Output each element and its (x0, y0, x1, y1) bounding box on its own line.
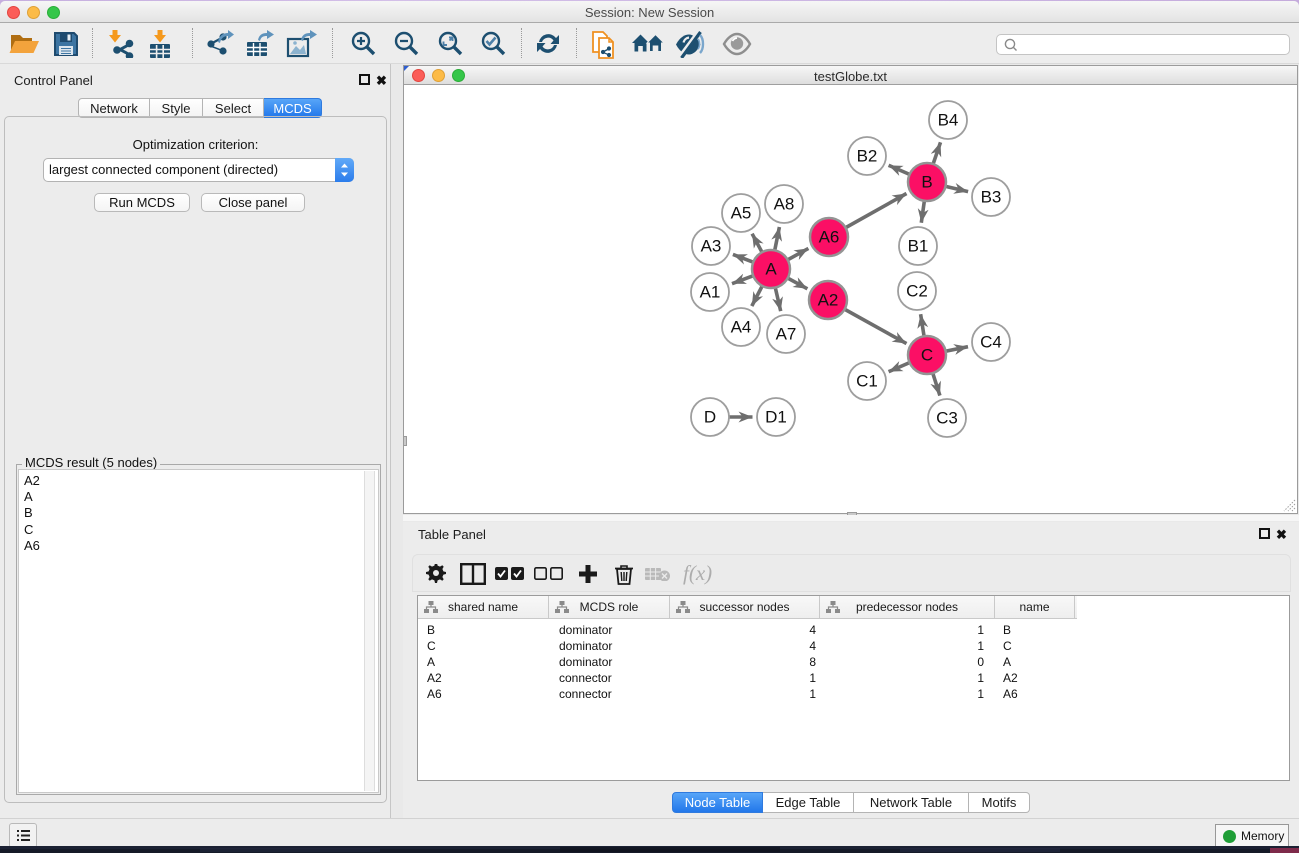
svg-text:A5: A5 (731, 204, 752, 223)
svg-text:B4: B4 (938, 111, 959, 130)
svg-text:A8: A8 (774, 195, 795, 214)
svg-text:B3: B3 (981, 188, 1002, 207)
svg-text:D: D (704, 408, 716, 427)
svg-text:A: A (765, 260, 777, 279)
svg-text:C3: C3 (936, 409, 958, 428)
svg-text:A3: A3 (701, 237, 722, 256)
svg-text:A1: A1 (700, 283, 721, 302)
svg-text:A2: A2 (818, 291, 839, 310)
svg-text:A4: A4 (731, 318, 752, 337)
svg-text:C1: C1 (856, 372, 878, 391)
svg-text:A7: A7 (776, 325, 797, 344)
svg-text:C: C (921, 346, 933, 365)
svg-text:B2: B2 (857, 147, 878, 166)
svg-text:B1: B1 (908, 237, 929, 256)
svg-text:B: B (921, 173, 932, 192)
svg-text:C4: C4 (980, 333, 1002, 352)
svg-text:A6: A6 (819, 228, 840, 247)
svg-text:C2: C2 (906, 282, 928, 301)
svg-text:D1: D1 (765, 408, 787, 427)
